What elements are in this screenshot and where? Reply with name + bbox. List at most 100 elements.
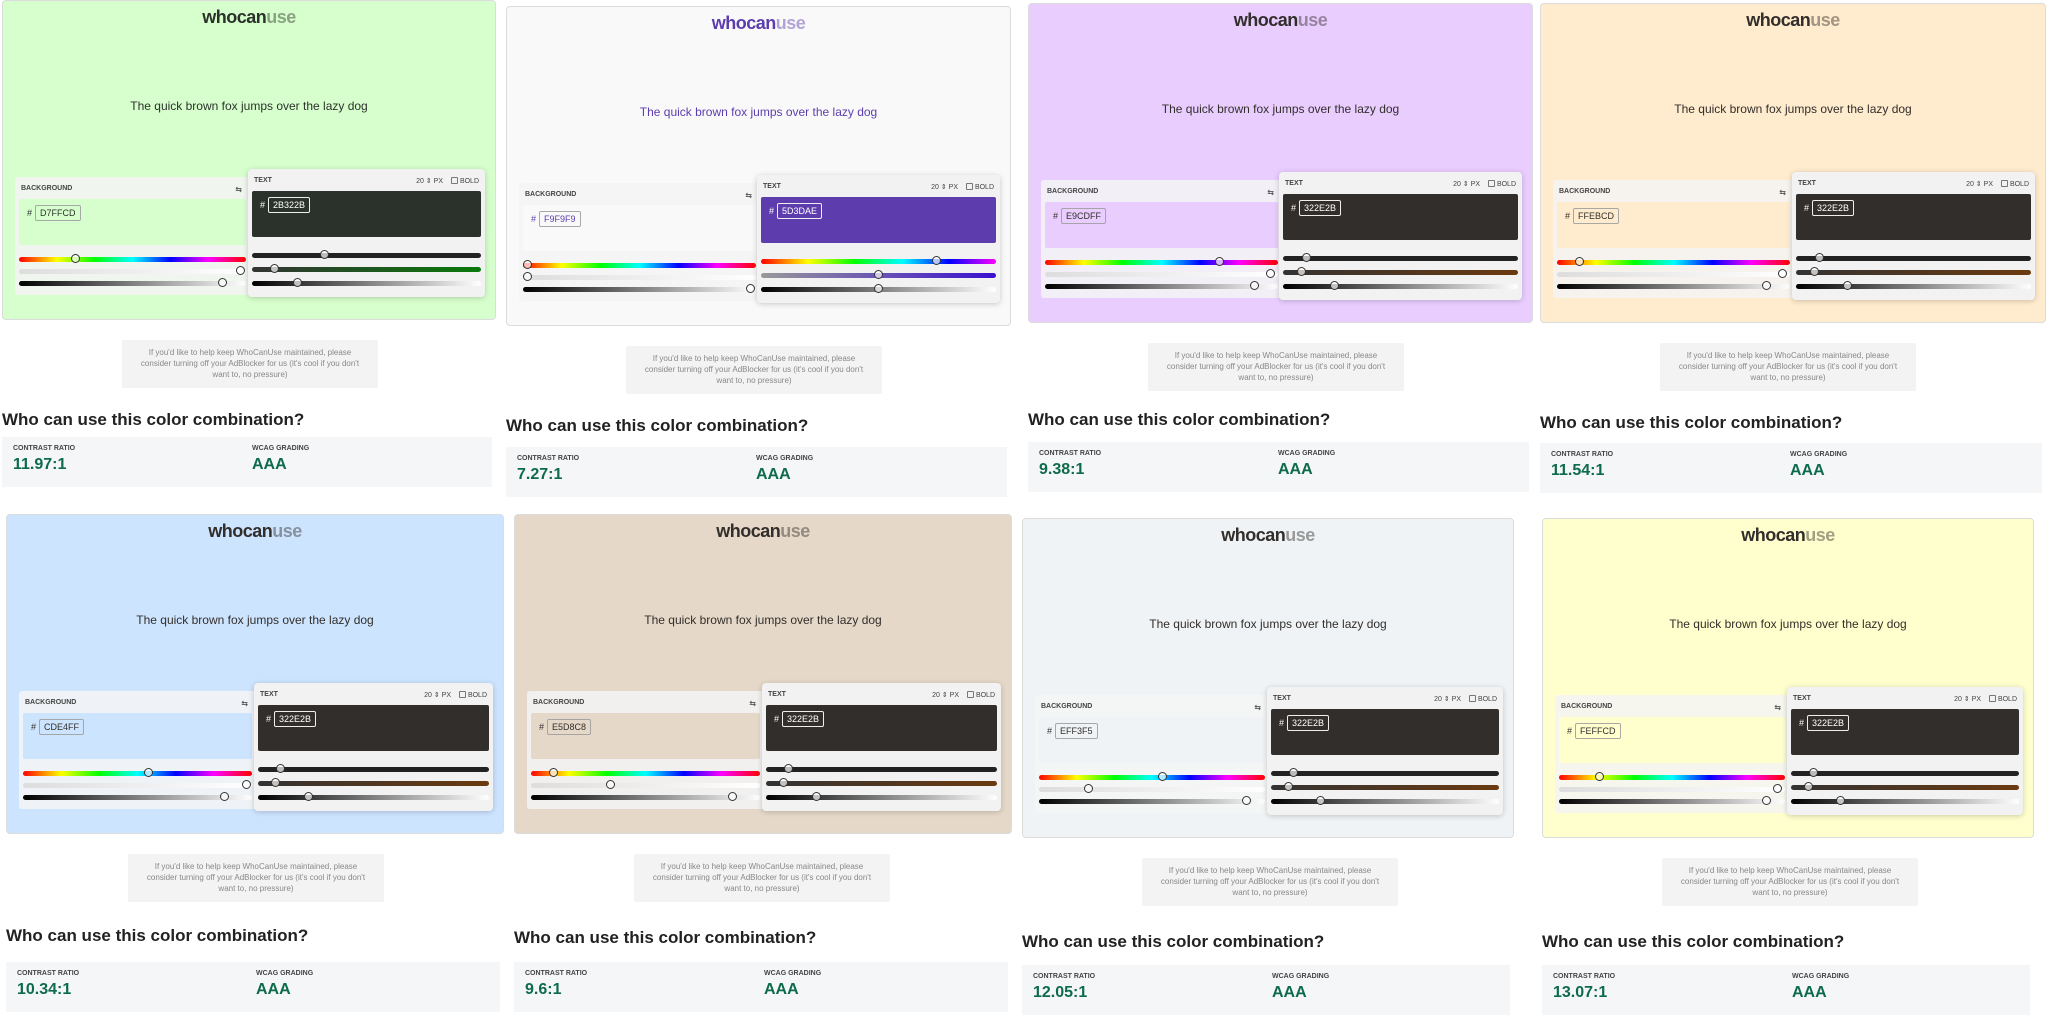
slider-thumb[interactable] (1773, 784, 1783, 793)
slider-thumb[interactable] (1778, 269, 1787, 278)
slider-thumb[interactable] (1214, 257, 1224, 266)
text-lightness-slider[interactable] (258, 792, 489, 801)
slider-thumb[interactable] (932, 256, 942, 265)
text-swatch[interactable]: #322E2B (1271, 709, 1499, 755)
slider-thumb[interactable] (276, 764, 286, 773)
text-saturation-slider[interactable] (1271, 782, 1499, 791)
font-size-stepper[interactable]: 20 ⇕ PX (932, 691, 959, 699)
text-saturation-slider[interactable] (766, 778, 997, 787)
background-lightness-slider[interactable] (1559, 796, 1785, 805)
text-hex-input[interactable]: 322E2B (1812, 200, 1855, 216)
slider-thumb[interactable] (1836, 796, 1846, 805)
font-size-stepper[interactable]: 20 ⇕ PX (416, 177, 443, 185)
background-lightness-slider[interactable] (523, 284, 756, 293)
background-hex-input[interactable]: EFF3F5 (1055, 723, 1098, 739)
slider-thumb[interactable] (1808, 768, 1818, 777)
checkbox-icon[interactable] (1988, 695, 1996, 702)
font-size-stepper[interactable]: 20 ⇕ PX (1954, 695, 1981, 703)
text-hex-input[interactable]: 322E2B (1807, 715, 1850, 731)
slider-thumb[interactable] (1575, 257, 1585, 266)
text-saturation-slider[interactable] (258, 778, 489, 787)
swap-icon[interactable]: ⇆ (1779, 188, 1786, 197)
slider-thumb[interactable] (1804, 782, 1814, 791)
whocanuse-logo[interactable]: whocanuse (7, 521, 503, 542)
slider-thumb[interactable] (1329, 281, 1339, 290)
background-lightness-slider[interactable] (1039, 796, 1265, 805)
background-hex-input[interactable]: D7FFCD (35, 205, 81, 221)
slider-thumb[interactable] (1301, 253, 1311, 262)
slider-thumb[interactable] (1288, 768, 1298, 777)
stepper-icon[interactable]: ⇕ (434, 692, 440, 699)
slider-thumb[interactable] (1296, 267, 1306, 276)
background-hue-slider[interactable] (1045, 257, 1278, 266)
stepper-icon[interactable]: ⇕ (1444, 696, 1450, 703)
slider-thumb[interactable] (1241, 796, 1251, 805)
background-hue-slider[interactable] (19, 254, 246, 263)
stepper-icon[interactable]: ⇕ (942, 692, 948, 699)
whocanuse-logo[interactable]: whocanuse (1023, 525, 1513, 546)
text-saturation-slider[interactable] (1796, 267, 2031, 276)
slider-thumb[interactable] (1809, 267, 1819, 276)
background-hue-slider[interactable] (1557, 257, 1790, 266)
slider-thumb[interactable] (606, 780, 616, 789)
checkbox-icon[interactable] (450, 177, 458, 184)
text-lightness-slider[interactable] (1791, 796, 2019, 805)
font-size-stepper[interactable]: 20 ⇕ PX (1453, 180, 1480, 188)
text-hue-slider[interactable] (766, 764, 997, 773)
background-hue-slider[interactable] (522, 260, 756, 269)
background-saturation-slider[interactable] (1039, 784, 1265, 793)
slider-thumb[interactable] (522, 272, 532, 281)
slider-thumb[interactable] (292, 278, 302, 287)
background-hue-slider[interactable] (23, 768, 252, 777)
checkbox-icon[interactable] (966, 691, 974, 698)
slider-thumb[interactable] (1761, 281, 1771, 290)
bold-toggle[interactable]: BOLD (450, 177, 479, 185)
bold-toggle[interactable]: BOLD (1468, 695, 1497, 703)
background-swatch[interactable]: # D7FFCD (19, 199, 246, 245)
background-lightness-slider[interactable] (1557, 281, 1790, 290)
text-lightness-slider[interactable] (1271, 796, 1499, 805)
text-hue-slider[interactable] (1796, 253, 2031, 262)
whocanuse-logo[interactable]: whocanuse (507, 13, 1010, 34)
text-lightness-slider[interactable] (1796, 281, 2031, 290)
checkbox-icon[interactable] (2000, 180, 2008, 187)
text-swatch[interactable]: #322E2B (258, 705, 489, 751)
background-saturation-slider[interactable] (1557, 269, 1790, 278)
text-saturation-slider[interactable] (761, 270, 996, 279)
text-saturation-slider[interactable] (252, 264, 481, 273)
slider-thumb[interactable] (1158, 772, 1168, 781)
stepper-icon[interactable]: ⇕ (426, 178, 432, 185)
slider-thumb[interactable] (873, 270, 883, 279)
slider-thumb[interactable] (1842, 281, 1852, 290)
background-lightness-slider[interactable] (19, 278, 246, 287)
background-swatch[interactable]: # F9F9F9 (523, 205, 756, 251)
slider-thumb[interactable] (1761, 796, 1771, 805)
slider-thumb[interactable] (746, 284, 756, 293)
text-saturation-slider[interactable] (1791, 782, 2019, 791)
text-swatch[interactable]: #5D3DAE (761, 197, 996, 243)
bold-toggle[interactable]: BOLD (966, 691, 995, 699)
slider-thumb[interactable] (1814, 253, 1824, 262)
text-lightness-slider[interactable] (252, 278, 481, 287)
checkbox-icon[interactable] (1468, 695, 1476, 702)
text-hex-input[interactable]: 322E2B (782, 711, 825, 727)
slider-thumb[interactable] (784, 764, 794, 773)
text-hex-input[interactable]: 5D3DAE (777, 203, 823, 219)
background-swatch[interactable]: # CDE4FF (23, 713, 252, 759)
stepper-icon[interactable]: ⇕ (941, 184, 947, 191)
background-saturation-slider[interactable] (1045, 269, 1278, 278)
background-hex-input[interactable]: E9CDFF (1061, 208, 1107, 224)
background-hue-slider[interactable] (1039, 772, 1265, 781)
slider-thumb[interactable] (779, 778, 789, 787)
bold-toggle[interactable]: BOLD (2000, 180, 2029, 188)
background-hue-slider[interactable] (1559, 772, 1785, 781)
background-hex-input[interactable]: E5D8C8 (547, 719, 592, 735)
background-swatch[interactable]: # E5D8C8 (531, 713, 760, 759)
slider-thumb[interactable] (271, 778, 281, 787)
background-swatch[interactable]: # EFF3F5 (1039, 717, 1265, 763)
swap-icon[interactable]: ⇆ (1254, 703, 1261, 712)
slider-thumb[interactable] (269, 264, 279, 273)
checkbox-icon[interactable] (1487, 180, 1495, 187)
stepper-icon[interactable]: ⇕ (1964, 696, 1970, 703)
swap-icon[interactable]: ⇆ (745, 191, 752, 200)
